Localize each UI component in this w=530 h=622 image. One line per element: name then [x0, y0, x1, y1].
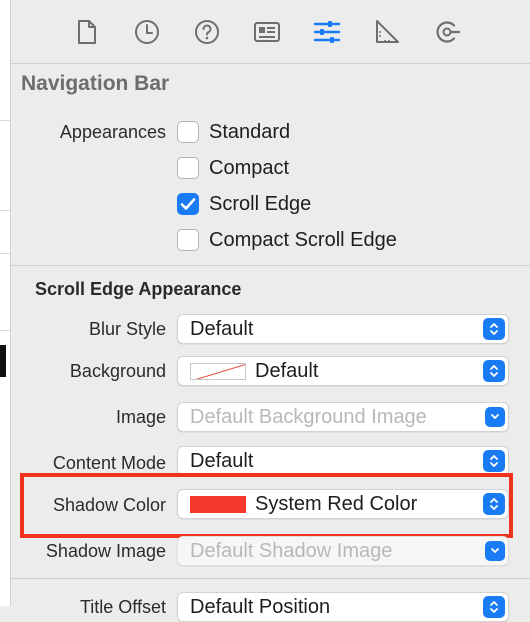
- popup-placeholder: Default Shadow Image: [190, 540, 393, 562]
- section-divider: [11, 578, 530, 579]
- size-icon[interactable]: [369, 14, 405, 50]
- appearances-label: Appearances: [59, 122, 166, 142]
- shadow-image-combo[interactable]: Default Shadow Image: [177, 536, 509, 566]
- blur-style-popup[interactable]: Default: [177, 314, 509, 344]
- checkbox-box[interactable]: [177, 193, 199, 215]
- blur-style-label: Blur Style: [88, 319, 166, 339]
- chevron-updown-icon: [483, 360, 505, 382]
- inspector-toolbar: [11, 0, 530, 62]
- appearance-compact-scroll-edge-checkbox[interactable]: Compact Scroll Edge: [177, 226, 397, 254]
- title-offset-popup[interactable]: Default Position: [177, 592, 509, 622]
- history-icon[interactable]: [129, 14, 165, 50]
- appearance-scroll-edge-checkbox[interactable]: Scroll Edge: [177, 190, 311, 218]
- identity-icon[interactable]: [249, 14, 285, 50]
- checkbox-box[interactable]: [177, 121, 199, 143]
- checkbox-label: Standard: [209, 120, 291, 143]
- editor-cursor-bar: [0, 345, 6, 377]
- content-mode-label: Content Mode: [52, 453, 166, 473]
- checkbox-label: Scroll Edge: [209, 192, 312, 215]
- image-combo[interactable]: Default Background Image: [177, 402, 509, 432]
- annotation-highlight-box: [20, 473, 513, 538]
- shadow-image-label: Shadow Image: [45, 541, 166, 561]
- title-offset-label: Title Offset: [79, 597, 166, 617]
- chevron-down-icon: [485, 541, 505, 561]
- section-title: Navigation Bar: [21, 72, 170, 95]
- popup-placeholder: Default Background Image: [190, 406, 427, 428]
- chevron-updown-icon: [483, 450, 505, 472]
- checkbox-box[interactable]: [177, 157, 199, 179]
- background-popup[interactable]: Default: [177, 356, 509, 386]
- chevron-updown-icon: [483, 318, 505, 340]
- popup-value: Default: [190, 318, 254, 340]
- toolbar-divider: [11, 63, 530, 64]
- chevron-down-icon: [485, 407, 505, 427]
- attributes-inspector: Navigation Bar Appearances Standard Comp…: [10, 0, 530, 622]
- popup-value: Default Position: [190, 596, 331, 618]
- left-editor-edge: [0, 0, 10, 606]
- file-icon[interactable]: [69, 14, 105, 50]
- section-divider: [11, 265, 530, 266]
- subsection-title: Scroll Edge Appearance: [35, 279, 242, 299]
- content-mode-popup[interactable]: Default: [177, 446, 509, 476]
- checkbox-box[interactable]: [177, 229, 199, 251]
- chevron-updown-icon: [483, 596, 505, 618]
- appearance-standard-checkbox[interactable]: Standard: [177, 118, 290, 146]
- checkbox-label: Compact: [209, 156, 290, 179]
- connections-icon[interactable]: [429, 14, 465, 50]
- popup-value: Default: [255, 360, 319, 382]
- checkbox-label: Compact Scroll Edge: [209, 228, 397, 251]
- appearance-compact-checkbox[interactable]: Compact: [177, 154, 289, 182]
- image-label: Image: [115, 407, 166, 427]
- attributes-icon[interactable]: [309, 14, 345, 50]
- background-label: Background: [69, 361, 166, 381]
- checkmark-icon: [180, 198, 196, 210]
- popup-value: Default: [190, 450, 254, 472]
- help-icon[interactable]: [189, 14, 225, 50]
- default-color-swatch: [190, 363, 246, 380]
